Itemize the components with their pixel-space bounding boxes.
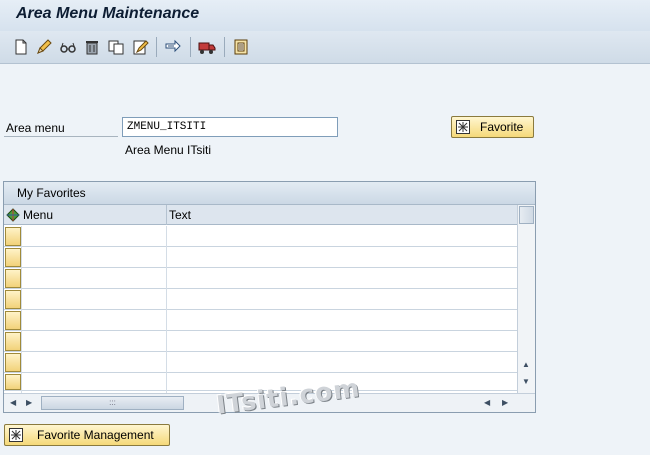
row-divider [21,331,22,352]
row-selector[interactable] [5,374,21,390]
vertical-scroll-thumb[interactable] [519,206,534,224]
row-divider [166,373,167,394]
row-divider [21,247,22,268]
table-title: My Favorites [4,182,535,205]
row-divider [166,226,167,247]
title-bar: Area Menu Maintenance [0,0,650,31]
column-divider [166,205,167,225]
translation-icon[interactable] [232,38,250,56]
table-row[interactable] [4,352,517,373]
table-header: Menu Text [4,205,517,225]
toolbar-separator [156,37,157,57]
toolbar-separator [224,37,225,57]
row-selector[interactable] [5,248,21,267]
change-document-icon[interactable] [131,38,149,56]
row-divider [166,289,167,310]
row-divider [21,373,22,394]
scroll-down-icon[interactable]: ▼ [522,378,530,386]
transport-arrow-icon[interactable] [164,38,182,56]
application-toolbar [0,31,650,64]
scroll-right-icon[interactable]: ▶ [26,399,32,407]
table-rows [4,226,517,394]
toolbar-separator [190,37,191,57]
horizontal-scroll-thumb[interactable]: ::: [41,396,184,410]
vertical-scrollbar[interactable]: ▲ ▼ [517,205,535,393]
scroll-up-icon[interactable]: ▲ [522,361,530,369]
row-selector[interactable] [5,353,21,372]
row-divider [21,226,22,247]
scroll-left-icon[interactable]: ◀ [10,399,16,407]
row-divider [166,268,167,289]
transport-truck-icon[interactable] [198,38,216,56]
area-menu-input[interactable]: ZMENU_ITSITI [122,117,338,137]
scroll-right-icon[interactable]: ▶ [502,399,508,407]
favorite-management-button[interactable]: Favorite Management [4,424,170,446]
table-row[interactable] [4,226,517,247]
label-underline [4,136,118,137]
display-glasses-icon[interactable] [59,38,77,56]
new-document-icon[interactable] [12,38,30,56]
row-divider [166,310,167,331]
copy-icon[interactable] [107,38,125,56]
favorite-icon [456,120,470,134]
column-select-icon[interactable] [6,208,20,222]
row-divider [166,352,167,373]
row-selector[interactable] [5,227,21,246]
scroll-left-icon[interactable]: ◀ [484,399,490,407]
favorite-management-label: Favorite Management [37,428,154,442]
column-header-text[interactable]: Text [169,208,191,222]
table-row[interactable] [4,289,517,310]
area-menu-label: Area menu [6,121,65,135]
row-selector[interactable] [5,290,21,309]
row-divider [21,289,22,310]
edit-pencil-icon[interactable] [35,38,53,56]
favorite-button-label: Favorite [480,120,524,134]
favorite-button[interactable]: Favorite [451,116,534,138]
row-selector[interactable] [5,269,21,288]
column-header-menu[interactable]: Menu [23,208,53,222]
table-row[interactable] [4,268,517,289]
row-divider [21,268,22,289]
row-divider [166,331,167,352]
table-row[interactable] [4,310,517,331]
favorite-icon [9,428,23,442]
table-row[interactable] [4,247,517,268]
row-selector[interactable] [5,311,21,330]
area-menu-description: Area Menu ITsiti [125,143,212,157]
row-divider [21,352,22,373]
window-title: Area Menu Maintenance [16,5,200,22]
row-divider [166,247,167,268]
row-selector[interactable] [5,332,21,351]
delete-trash-icon[interactable] [83,38,101,56]
favorites-table: My Favorites Menu Text ▲ ▼ ◀ ▶ ::: ◀ ▶ [3,181,536,413]
table-row[interactable] [4,331,517,352]
row-divider [21,310,22,331]
